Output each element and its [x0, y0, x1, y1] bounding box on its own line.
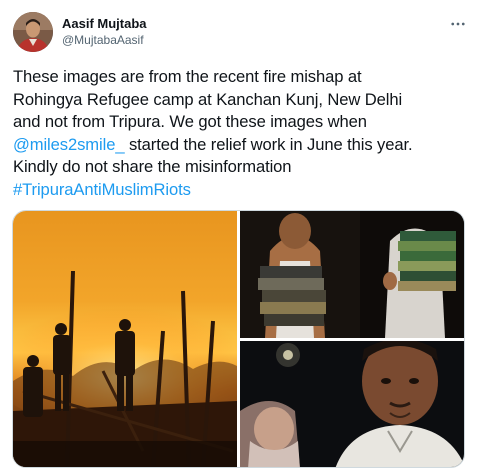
media-image-books[interactable]	[240, 211, 464, 338]
tweet-text-line: Kindly do not share the misinformation	[13, 157, 292, 177]
tweet-text-line: and not from Tripura. We got these image…	[13, 112, 367, 132]
tweet-card: Aasif Mujtaba @MujtabaAasif These images…	[0, 0, 478, 476]
tweet-text-line: Rohingya Refugee camp at Kanchan Kunj, N…	[13, 89, 403, 109]
tweet-text: These images are from the recent fire mi…	[13, 66, 471, 202]
more-options-button[interactable]	[448, 14, 468, 34]
tweet-text-line: These images are from the recent fire mi…	[13, 67, 362, 86]
fire-photo	[13, 211, 237, 467]
media-image-fire[interactable]	[13, 211, 237, 467]
books-photo	[240, 211, 464, 338]
author-handle[interactable]: @MujtabaAasif	[62, 33, 144, 47]
author-avatar[interactable]	[13, 12, 53, 52]
user-avatar-image	[13, 12, 53, 52]
hashtag-link[interactable]: #TripuraAntiMuslimRiots	[13, 179, 471, 202]
mention-link[interactable]: @miles2smile_	[13, 135, 125, 154]
author-name[interactable]: Aasif Mujtaba	[62, 16, 147, 31]
man-photo	[240, 341, 464, 467]
more-horizontal-icon	[451, 22, 465, 26]
tweet-text-line: @miles2smile_ started the relief work in…	[13, 134, 471, 157]
media-grid	[12, 210, 465, 468]
tweet-text-fragment: started the relief work in June this yea…	[124, 134, 413, 154]
media-image-man[interactable]	[240, 341, 464, 467]
